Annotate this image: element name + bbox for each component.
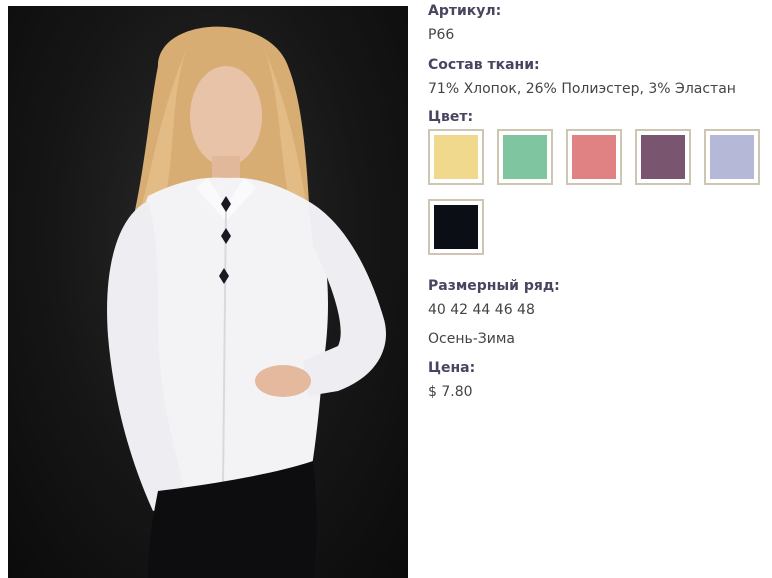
price-value: $ 7.80: [428, 384, 473, 400]
color-swatch-lavender[interactable]: [704, 129, 760, 185]
sizes-label: Размерный ряд:: [428, 278, 560, 294]
article-label: Артикул:: [428, 3, 502, 19]
color-swatch-yellow[interactable]: [428, 129, 484, 185]
sizes-value: 40 42 44 46 48: [428, 302, 535, 318]
fabric-label: Состав ткани:: [428, 57, 540, 73]
article-value: P66: [428, 27, 455, 43]
color-swatch-mint[interactable]: [497, 129, 553, 185]
lavender-swatch-fill: [710, 135, 754, 179]
color-label: Цвет:: [428, 109, 474, 125]
black-swatch-fill: [434, 205, 478, 249]
mint-swatch-fill: [503, 135, 547, 179]
product-page: Артикул: P66 Состав ткани: 71% Хлопок, 2…: [0, 0, 772, 578]
product-photo: [8, 6, 408, 578]
color-swatch-pink[interactable]: [566, 129, 622, 185]
plum-swatch-fill: [641, 135, 685, 179]
pink-swatch-fill: [572, 135, 616, 179]
season-value: Осень-Зима: [428, 331, 516, 347]
price-label: Цена:: [428, 360, 476, 376]
fabric-value: 71% Хлопок, 26% Полиэстер, 3% Эластан: [428, 81, 736, 97]
color-swatch-plum[interactable]: [635, 129, 691, 185]
color-swatch-black[interactable]: [428, 199, 484, 255]
yellow-swatch-fill: [434, 135, 478, 179]
